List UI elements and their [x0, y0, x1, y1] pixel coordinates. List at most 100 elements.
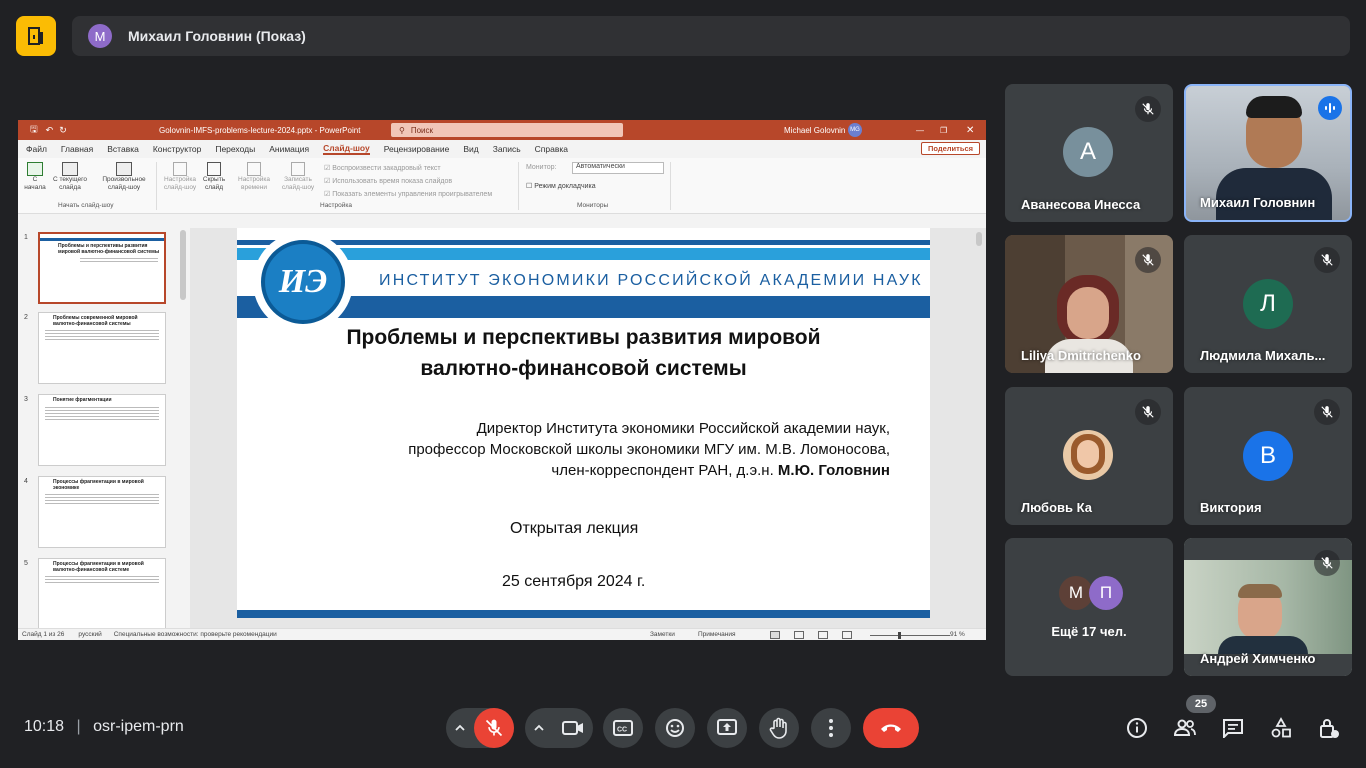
chat-button[interactable] — [1213, 708, 1253, 748]
meeting-details-button[interactable] — [1117, 708, 1157, 748]
people-button[interactable] — [1165, 708, 1205, 748]
camera-options-button[interactable] — [525, 722, 553, 734]
menu-view[interactable]: Вид — [463, 144, 478, 154]
chk-timings-label: Использовать время показа слайдов — [332, 178, 453, 185]
sorter-view-icon[interactable] — [794, 630, 804, 639]
camera-control-group — [525, 708, 593, 748]
logo-text: ИЭ — [278, 263, 328, 300]
participant-hair — [1238, 584, 1282, 598]
presenter-view-check[interactable]: ☐ Режим докладчика — [526, 182, 596, 190]
thumbs-scrollbar[interactable] — [180, 230, 186, 300]
slide-date: 25 сентября 2024 г. — [502, 573, 646, 590]
thumb-slide-4[interactable]: Процессы фрагментации в мировой экономик… — [38, 476, 166, 548]
rehearse-button[interactable]: Настройка времени — [232, 162, 276, 192]
from-current-button[interactable]: С текущего слайда — [50, 162, 90, 192]
ppt-user-avatar[interactable]: MG — [848, 123, 862, 137]
raise-hand-button[interactable] — [759, 708, 799, 748]
reading-view-icon[interactable] — [818, 630, 828, 639]
chk-timings[interactable]: ☑ Использовать время показа слайдов — [324, 175, 492, 188]
leave-call-button[interactable] — [863, 708, 919, 748]
participant-tile[interactable]: Андрей Химченко — [1184, 538, 1352, 676]
thumb-slide-2[interactable]: Проблемы современной мировой валютно-фин… — [38, 312, 166, 384]
restore-icon[interactable]: ❐ — [940, 126, 947, 135]
ribbon-checkboxes: ☑ Воспроизвести закадровый текст ☑ Испол… — [324, 162, 492, 201]
chk-narration[interactable]: ☑ Воспроизвести закадровый текст — [324, 162, 492, 175]
record-button[interactable]: Записать слайд-шоу — [276, 162, 320, 192]
ppt-search-box[interactable]: ⚲ Поиск — [391, 123, 623, 137]
redo-icon[interactable]: ↻ — [59, 125, 67, 136]
more-options-button[interactable] — [811, 708, 851, 748]
participant-tile-active-speaker[interactable]: Михаил Головнин — [1184, 84, 1352, 222]
author-name: М.Ю. Головнин — [777, 462, 890, 479]
notes-button[interactable]: Заметки — [650, 631, 675, 638]
present-button[interactable] — [707, 708, 747, 748]
slideshow-view-icon[interactable] — [842, 630, 852, 639]
menu-design[interactable]: Конструктор — [153, 144, 201, 154]
comments-button[interactable]: Примечания — [698, 631, 736, 638]
photo-face — [1077, 440, 1099, 468]
close-icon[interactable]: ✕ — [966, 125, 974, 136]
monitor-label: Монитор: — [526, 164, 557, 171]
menu-file[interactable]: Файл — [26, 144, 47, 154]
minimize-icon[interactable]: — — [916, 126, 924, 135]
monitor-select[interactable]: Автоматически — [572, 162, 664, 174]
slide-icon — [62, 162, 78, 176]
host-controls-button[interactable] — [1309, 708, 1349, 748]
menu-home[interactable]: Главная — [61, 144, 93, 154]
lock-person-icon — [1320, 719, 1339, 738]
rehearse-label: Настройка времени — [238, 176, 270, 191]
slide-title-line2: валютно-финансовой системы — [420, 357, 747, 380]
menu-slideshow[interactable]: Слайд-шоу — [323, 143, 370, 155]
normal-view-icon[interactable] — [770, 630, 780, 639]
ppt-statusbar: Слайд 1 из 26 русский Специальные возмож… — [18, 628, 986, 640]
menu-record[interactable]: Запись — [493, 144, 521, 154]
undo-icon[interactable]: ↶ — [46, 125, 54, 136]
slide-lecture: Открытая лекция — [510, 520, 639, 537]
activities-button[interactable] — [1261, 708, 1301, 748]
mic-toggle-button[interactable] — [474, 708, 514, 748]
reactions-button[interactable] — [655, 708, 695, 748]
participant-tile[interactable]: В Виктория — [1184, 387, 1352, 525]
participant-tile[interactable]: Любовь Ка — [1005, 387, 1173, 525]
save-icon[interactable]: 🖫 — [30, 122, 38, 138]
avatar-photo — [1063, 430, 1113, 480]
more-participants-tile[interactable]: М П Ещё 17 чел. — [1005, 538, 1173, 676]
participant-tile[interactable]: Liliya Dmitrichenko — [1005, 235, 1173, 373]
participant-name: Людмила Михаль... — [1200, 348, 1326, 363]
thumb-line — [45, 582, 159, 583]
thumb-title: Процессы фрагментации в мировой экономик… — [53, 479, 144, 491]
captions-button[interactable]: CC — [603, 708, 643, 748]
zoom-slider[interactable] — [870, 635, 950, 636]
camera-toggle-button[interactable] — [553, 708, 593, 748]
thumb-slide-3[interactable]: Понятие фрагментации — [38, 394, 166, 466]
share-button[interactable]: Поделиться — [920, 142, 980, 155]
institute-logo: ИЭ — [261, 240, 345, 324]
participant-count-badge: 25 — [1186, 695, 1216, 713]
mic-options-button[interactable] — [446, 722, 474, 734]
thumb-slide-1[interactable]: Проблемы и перспективы развития мировой … — [38, 232, 166, 304]
chk-controls[interactable]: ☑ Показать элементы управления проигрыва… — [324, 188, 492, 201]
custom-show-button[interactable]: Произвольное слайд-шоу — [96, 162, 152, 192]
menu-transitions[interactable]: Переходы — [215, 144, 255, 154]
canvas-scrollbar[interactable] — [976, 232, 982, 246]
mic-control-group — [446, 708, 514, 748]
status-access[interactable]: Специальные возможности: проверьте реком… — [114, 631, 277, 638]
thumb-line — [45, 415, 159, 417]
hide-slide-button[interactable]: Скрыть слайд — [200, 162, 228, 192]
monitor-value: Автоматически — [576, 163, 625, 170]
menu-help[interactable]: Справка — [535, 144, 568, 154]
meet-logo-button[interactable] — [16, 16, 56, 56]
participant-tile[interactable]: А Аванесова Инесса — [1005, 84, 1173, 222]
thumb-title: Проблемы и перспективы развития мировой … — [58, 243, 160, 255]
speaking-indicator-icon — [1318, 96, 1342, 120]
participant-tile[interactable]: Л Людмила Михаль... — [1184, 235, 1352, 373]
from-current-label: С текущего слайда — [53, 176, 87, 191]
from-start-button[interactable]: С начала — [24, 162, 46, 192]
menu-insert[interactable]: Вставка — [107, 144, 139, 154]
thumb-line — [45, 500, 159, 501]
menu-animations[interactable]: Анимация — [269, 144, 309, 154]
zoom-thumb[interactable] — [898, 632, 901, 639]
thumb-slide-5[interactable]: Процессы фрагментации в мировой валютно-… — [38, 558, 166, 630]
setup-button[interactable]: Настройка слайд-шоу — [160, 162, 200, 192]
menu-review[interactable]: Рецензирование — [384, 144, 450, 154]
